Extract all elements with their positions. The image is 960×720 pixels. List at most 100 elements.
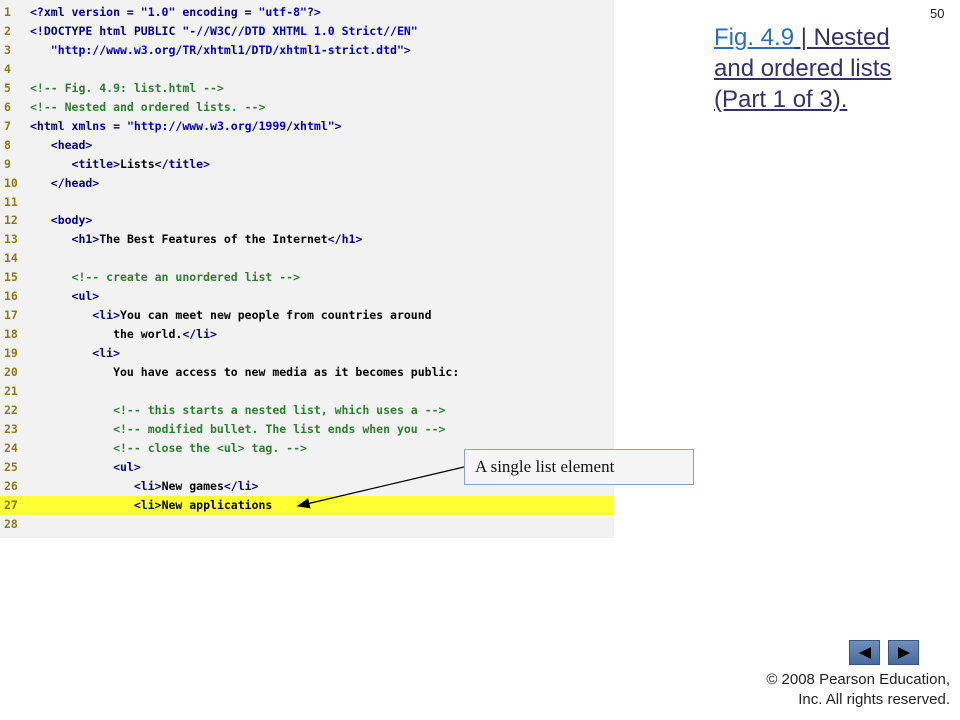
line-code: <!DOCTYPE html PUBLIC "-//W3C//DTD XHTML…	[30, 22, 418, 41]
line-number: 17	[4, 308, 18, 323]
line-code: <?xml version = "1.0" encoding = "utf-8"…	[30, 3, 321, 22]
code-token: </li>	[182, 327, 217, 342]
code-token: <li>	[30, 308, 121, 323]
code-token: "http://www.w3.org/1999/xhtml"	[126, 118, 335, 133]
code-line: 12 <body>	[0, 211, 614, 230]
code-token: <html xmlns =	[30, 118, 127, 133]
code-line: 14	[0, 249, 614, 268]
line-number: 18	[4, 327, 18, 342]
code-token: <head>	[30, 137, 93, 152]
callout-box: A single list element	[464, 449, 694, 485]
line-code: <ul>	[30, 458, 141, 477]
line-code: <!-- modified bullet. The list ends when…	[30, 420, 445, 439]
line-number: 4	[4, 61, 11, 76]
page-number: 50	[930, 6, 945, 21]
line-number: 22	[4, 402, 18, 417]
code-token: <li>	[30, 478, 162, 493]
code-line: 7 <html xmlns = "http://www.w3.org/1999/x…	[0, 117, 614, 136]
line-code: </head>	[30, 174, 99, 193]
line-number: 12	[4, 213, 18, 228]
line-number: 3	[4, 42, 11, 57]
code-line: 6 <!-- Nested and ordered lists. -->	[0, 98, 614, 117]
code-token: "utf-8"	[258, 5, 307, 19]
line-number: 26	[4, 478, 18, 493]
code-line: 3 "http://www.w3.org/TR/xhtml1/DTD/xhtml…	[0, 41, 614, 60]
line-number: 16	[4, 289, 18, 304]
line-code: <!-- close the <ul> tag. -->	[30, 439, 307, 458]
code-token: <!-- Fig. 4.9: list.html -->	[30, 80, 224, 95]
figure-link[interactable]: Fig. 4.9	[714, 24, 794, 51]
line-code: <title>Lists</title>	[30, 155, 211, 174]
code-token: The Best Features of the Internet	[99, 232, 328, 247]
line-code: <li>New applications	[30, 496, 273, 515]
code-line: 17 <li>You can meet new people from coun…	[0, 306, 614, 325]
code-token: <!-- close the <ul> tag. -->	[30, 440, 307, 455]
code-token: </li>	[223, 478, 259, 493]
code-token: <title>	[30, 156, 121, 171]
line-code: You have access to new media as it becom…	[30, 363, 459, 382]
left-triangle-icon	[858, 646, 871, 659]
code-token: >	[403, 42, 411, 57]
line-number: 23	[4, 421, 18, 436]
line-number: 6	[4, 99, 11, 114]
code-token: "http://www.w3.org/TR/xhtml1/DTD/xhtml1-…	[30, 42, 404, 57]
code-line: 21	[0, 382, 614, 401]
line-number: 1	[4, 5, 11, 19]
code-token: <!-- create an unordered list -->	[30, 270, 301, 285]
code-token: New games	[161, 478, 224, 493]
code-token: Lists	[120, 156, 155, 171]
line-number: 21	[4, 384, 18, 398]
code-token: <!DOCTYPE html PUBLIC	[30, 23, 183, 38]
line-code: <!-- create an unordered list -->	[30, 268, 301, 287]
copyright-notice: © 2008 Pearson Education, Inc. All right…	[766, 670, 950, 710]
line-code: <html xmlns = "http://www.w3.org/1999/xh…	[30, 117, 342, 136]
line-number: 5	[4, 80, 11, 95]
code-token: <ul>	[30, 459, 141, 474]
line-code: <body>	[30, 211, 93, 230]
line-code: <!-- this starts a nested list, which us…	[30, 401, 445, 420]
code-token: </title>	[154, 156, 211, 171]
previous-slide-button[interactable]	[849, 640, 880, 665]
code-token: You can meet new people from countries a…	[120, 308, 432, 323]
code-token: <h1>	[30, 232, 100, 247]
line-code: "http://www.w3.org/TR/xhtml1/DTD/xhtml1-…	[30, 41, 411, 60]
line-number: 9	[4, 156, 11, 171]
line-number: 14	[4, 251, 18, 266]
code-token: >	[334, 118, 342, 133]
line-number: 25	[4, 459, 18, 474]
line-number: 28	[4, 516, 18, 531]
code-line: 15 <!-- create an unordered list -->	[0, 268, 614, 287]
line-code: <!-- Nested and ordered lists. -->	[30, 98, 265, 117]
code-line: 1 <?xml version = "1.0" encoding = "utf-8…	[0, 3, 614, 22]
code-token: <li>	[30, 346, 121, 361]
code-line: 8 <head>	[0, 136, 614, 155]
line-number: 20	[4, 365, 18, 380]
code-token: <li>	[30, 497, 162, 512]
code-token: <!-- Nested and ordered lists. -->	[30, 99, 266, 114]
code-line: 27 <li>New applications	[0, 495, 614, 515]
line-number: 13	[4, 232, 18, 247]
code-token: <body>	[30, 213, 93, 228]
code-token: <ul>	[30, 289, 100, 304]
code-token: <!-- modified bullet. The list ends when…	[30, 421, 446, 436]
slide-title: Fig. 4.9 | Nested and ordered lists (Par…	[714, 22, 934, 115]
line-number: 11	[4, 194, 18, 209]
code-line: 28	[0, 515, 614, 534]
code-line: 5 <!-- Fig. 4.9: list.html -->	[0, 79, 614, 98]
copyright-line-1: © 2008 Pearson Education,	[766, 671, 950, 688]
code-line: 10 </head>	[0, 174, 614, 193]
line-number: 8	[4, 137, 11, 152]
code-line: 11	[0, 193, 614, 212]
copyright-line-2: Inc. All rights reserved.	[798, 691, 950, 708]
code-line: 2 <!DOCTYPE html PUBLIC "-//W3C//DTD XHTM…	[0, 22, 614, 41]
code-token: ?>	[306, 5, 321, 19]
code-line: 18 the world.</li>	[0, 325, 614, 344]
line-code: <h1>The Best Features of the Internet</h…	[30, 230, 363, 249]
code-line: 16 <ul>	[0, 287, 614, 306]
line-number: 15	[4, 270, 18, 285]
code-line: 4	[0, 60, 614, 79]
next-slide-button[interactable]	[888, 640, 919, 665]
code-line: 20 You have access to new media as it be…	[0, 363, 614, 382]
line-number: 19	[4, 346, 18, 361]
line-number: 10	[4, 175, 18, 190]
